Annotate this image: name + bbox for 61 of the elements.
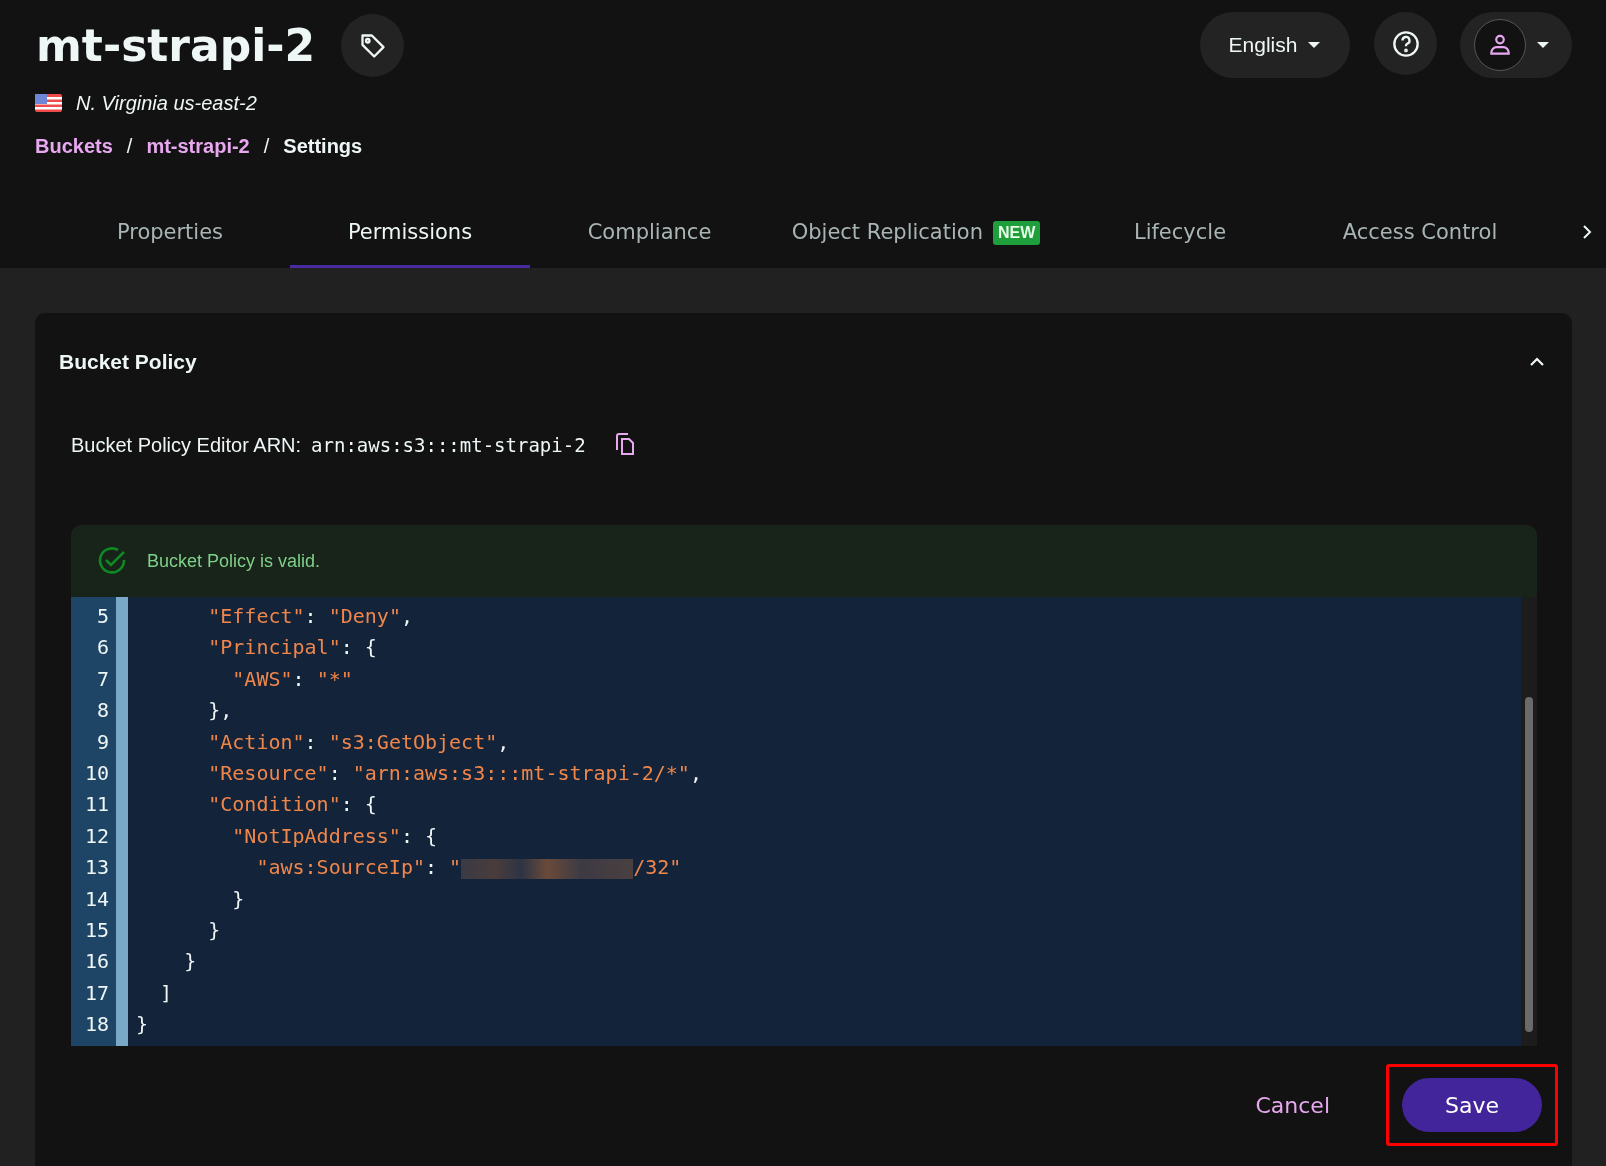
breadcrumb-separator: / <box>263 134 270 159</box>
code-line: "Principal": { <box>207 634 377 662</box>
language-dropdown[interactable]: English <box>1200 12 1350 78</box>
code-line: } <box>231 885 245 913</box>
code-line: } <box>183 948 197 976</box>
code-line: "NotIpAddress": { <box>231 822 438 850</box>
line-number: 15 <box>83 916 110 944</box>
tab[interactable]: Compliance <box>530 200 769 268</box>
section-title: Bucket Policy <box>59 349 197 375</box>
code-line: ] <box>159 979 173 1007</box>
help-icon <box>1391 29 1420 58</box>
save-button[interactable]: Save <box>1402 1078 1542 1132</box>
breadcrumb-link[interactable]: Buckets <box>35 131 113 161</box>
tab[interactable]: Properties <box>50 200 290 268</box>
code-line: } <box>136 1011 149 1039</box>
breadcrumb-current: Settings <box>283 134 363 159</box>
caret-icon <box>1536 41 1550 49</box>
line-number: 14 <box>83 885 110 913</box>
code-line: } <box>207 916 221 944</box>
region-label: N. Virginia us-east-2 <box>76 91 257 116</box>
code-line: "Condition": { <box>207 791 377 819</box>
code-line: "aws:SourceIp": " /32" <box>255 854 682 882</box>
code-line: "AWS": "*" <box>231 665 353 693</box>
arn-label: Bucket Policy Editor ARN: <box>71 433 302 458</box>
line-number: 5 <box>95 603 110 630</box>
line-number: 8 <box>95 697 110 725</box>
bucket-title: mt-strapi-2 <box>36 23 316 68</box>
avatar-icon <box>1474 19 1526 71</box>
tab[interactable]: Lifecycle <box>1063 200 1297 268</box>
cancel-button[interactable]: Cancel <box>1255 1088 1330 1122</box>
new-badge: NEW <box>992 220 1041 245</box>
check-circle-icon <box>97 546 127 576</box>
breadcrumb-separator: / <box>126 134 133 159</box>
line-number: 18 <box>83 1011 110 1039</box>
chevron-up-icon <box>1529 356 1545 367</box>
line-number: 6 <box>95 634 110 662</box>
tab[interactable]: Access Control <box>1297 200 1543 268</box>
arn-value: arn:aws:s3:::mt-strapi-2 <box>311 432 586 458</box>
scrollbar-thumb[interactable] <box>1525 697 1533 1032</box>
code-editor[interactable] <box>71 597 1537 1046</box>
line-number: 17 <box>83 979 110 1007</box>
line-number: 13 <box>83 854 110 882</box>
line-number: 7 <box>95 665 110 693</box>
line-number: 10 <box>83 759 110 787</box>
code-line: "Resource": "arn:aws:s3:::mt-strapi-2/*", <box>207 759 702 787</box>
code-line: "Effect": "Deny", <box>207 603 413 630</box>
line-number: 16 <box>83 948 110 976</box>
tag-icon <box>358 31 387 60</box>
line-number: 11 <box>83 791 110 819</box>
line-number: 9 <box>95 728 110 756</box>
flag-icon <box>35 94 62 112</box>
code-line: "Action": "s3:GetObject", <box>207 728 510 756</box>
tab[interactable]: Object Replication NEW <box>769 200 1063 268</box>
validation-message: Bucket Policy is valid. <box>147 549 321 573</box>
chevron-right-icon <box>1582 224 1592 240</box>
breadcrumb-link[interactable]: mt-strapi-2 <box>146 131 250 161</box>
copy-icon <box>613 433 636 457</box>
caret-icon <box>1307 41 1322 49</box>
line-number: 12 <box>83 822 110 850</box>
tab[interactable]: Permissions <box>290 200 530 268</box>
code-line: }, <box>207 697 233 725</box>
